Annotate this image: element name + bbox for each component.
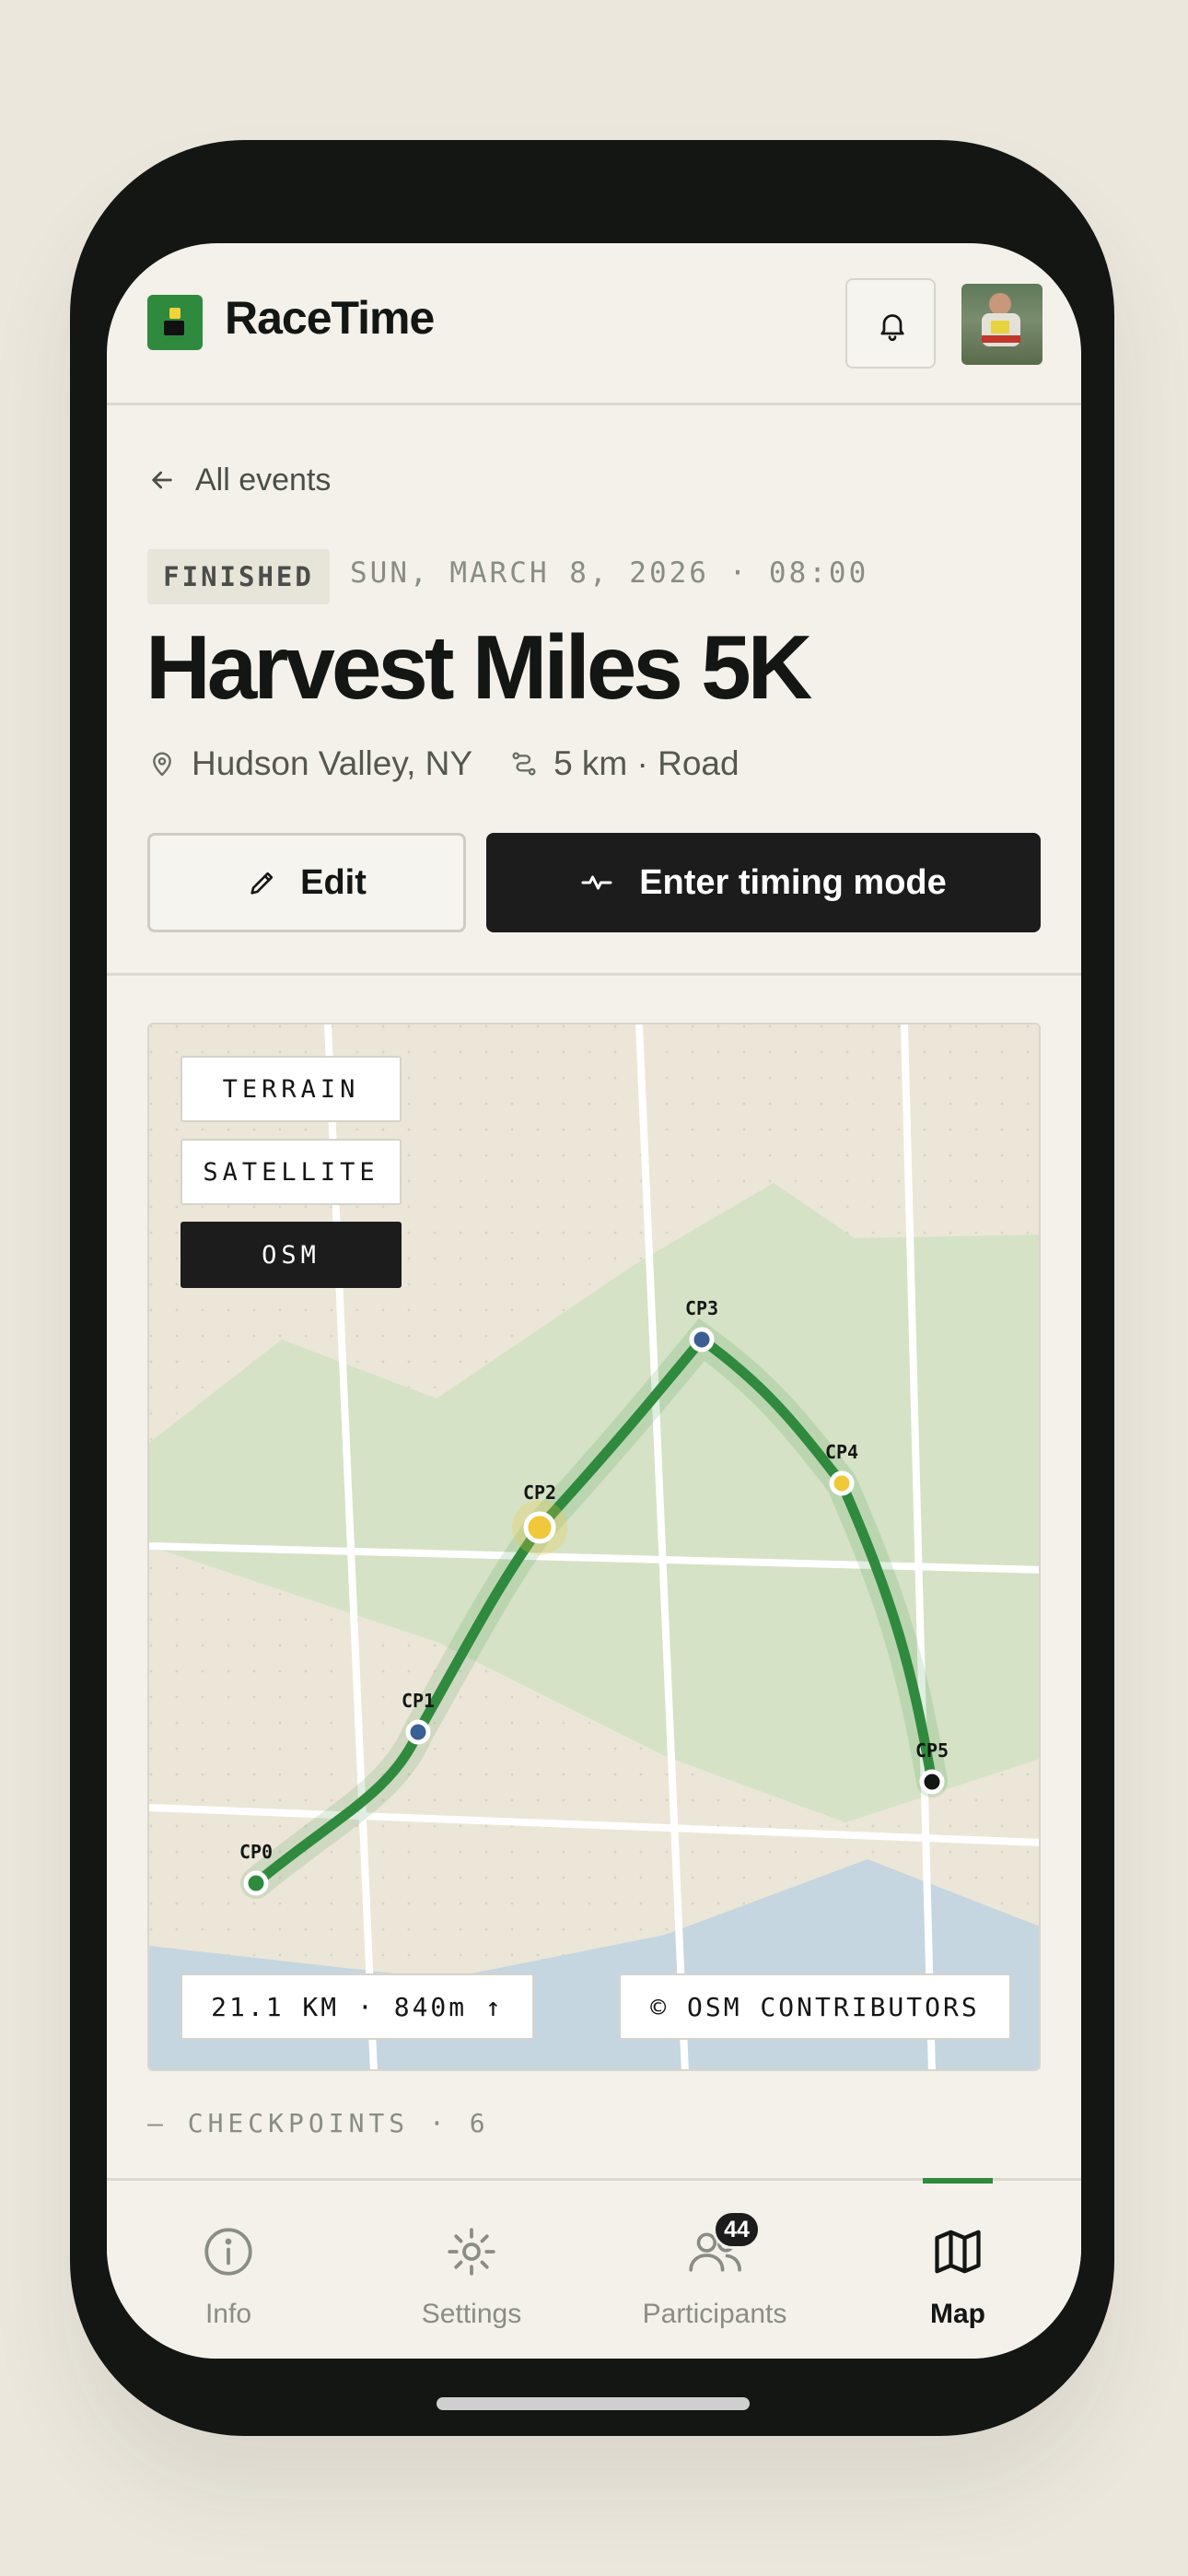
tab-participants[interactable]: 44 Participants (593, 2181, 836, 2359)
map-icon (935, 2230, 981, 2274)
route-icon (512, 752, 536, 776)
activity-pulse-icon (581, 875, 612, 890)
active-tab-indicator (923, 2178, 993, 2184)
user-avatar[interactable] (961, 284, 1042, 365)
checkpoint-label: CP0 (239, 1841, 273, 1863)
racetime-logo-icon (147, 295, 203, 350)
checkpoint-marker[interactable] (523, 1511, 556, 1544)
section-divider (107, 973, 1081, 976)
tab-map-label: Map (930, 2299, 985, 2329)
layer-satellite-button[interactable]: SATELLITE (181, 1139, 402, 1205)
checkpoint-marker[interactable] (919, 1769, 945, 1795)
location-pin-icon (153, 752, 171, 777)
info-icon (204, 2228, 252, 2276)
checkpoint-label: CP4 (825, 1441, 858, 1463)
notifications-button[interactable] (845, 278, 936, 369)
tab-info-label: Info (204, 2299, 252, 2329)
tab-settings[interactable]: Settings (350, 2181, 593, 2359)
checkpoints-section-label: — CHECKPOINTS · 6 (147, 2108, 490, 2138)
tab-info[interactable]: Info (107, 2181, 350, 2359)
checkpoint-label: CP5 (915, 1739, 949, 1762)
event-distance-type: 5 km · Road (553, 744, 740, 782)
event-date: SUN, MARCH 8, 2026 · 08:00 (350, 556, 869, 590)
checkpoint-label: CP2 (523, 1481, 556, 1504)
back-to-events-link[interactable]: All events (147, 457, 331, 503)
checkpoint-label: CP3 (685, 1297, 718, 1319)
bell-icon (880, 314, 904, 342)
back-link-label: All events (195, 462, 332, 498)
app-header: RaceTime (107, 243, 1081, 405)
participants-count-badge: 44 (713, 2210, 761, 2249)
edit-button[interactable]: Edit (147, 833, 466, 932)
event-meta: Hudson Valley, NY 5 km · Road (147, 741, 740, 787)
checkpoint-label: CP1 (402, 1690, 435, 1712)
gear-icon (448, 2228, 495, 2276)
tab-participants-label: Participants (642, 2299, 787, 2329)
pencil-icon (250, 872, 274, 895)
map-attribution: © OSM CONTRIBUTORS (619, 1973, 1011, 2040)
course-map[interactable]: CP0 CP1 CP2 CP3 CP4 CP5 TERRAIN SATELLITE OSM… (147, 1023, 1041, 2071)
arrow-left-icon (152, 471, 172, 489)
app-screen: RaceTime All events FINISHED SUN, MARCH … (107, 243, 1081, 2359)
status-badge: FINISHED (147, 549, 330, 604)
checkpoint-marker[interactable] (405, 1719, 431, 1745)
timing-button-label: Enter timing mode (639, 862, 947, 902)
checkpoint-marker[interactable] (243, 1870, 269, 1896)
route-stats-chip: 21.1 KM · 840m ↑ (181, 1973, 534, 2040)
enter-timing-mode-button[interactable]: Enter timing mode (486, 833, 1041, 932)
tab-settings-label: Settings (421, 2299, 522, 2329)
event-location: Hudson Valley, NY (192, 744, 473, 782)
checkpoint-marker[interactable] (829, 1470, 855, 1496)
layer-terrain-button[interactable]: TERRAIN (181, 1056, 402, 1122)
home-indicator (437, 2397, 750, 2410)
checkpoint-marker[interactable] (689, 1327, 715, 1352)
page-title: Harvest Miles 5K (146, 616, 812, 718)
tab-map[interactable]: Map (836, 2178, 1079, 2359)
edit-button-label: Edit (300, 862, 367, 902)
bottom-tab-bar: Info Settings 44 Participants Map (107, 2178, 1081, 2359)
layer-osm-button[interactable]: OSM (181, 1222, 402, 1288)
app-brand-name: RaceTime (225, 292, 435, 344)
